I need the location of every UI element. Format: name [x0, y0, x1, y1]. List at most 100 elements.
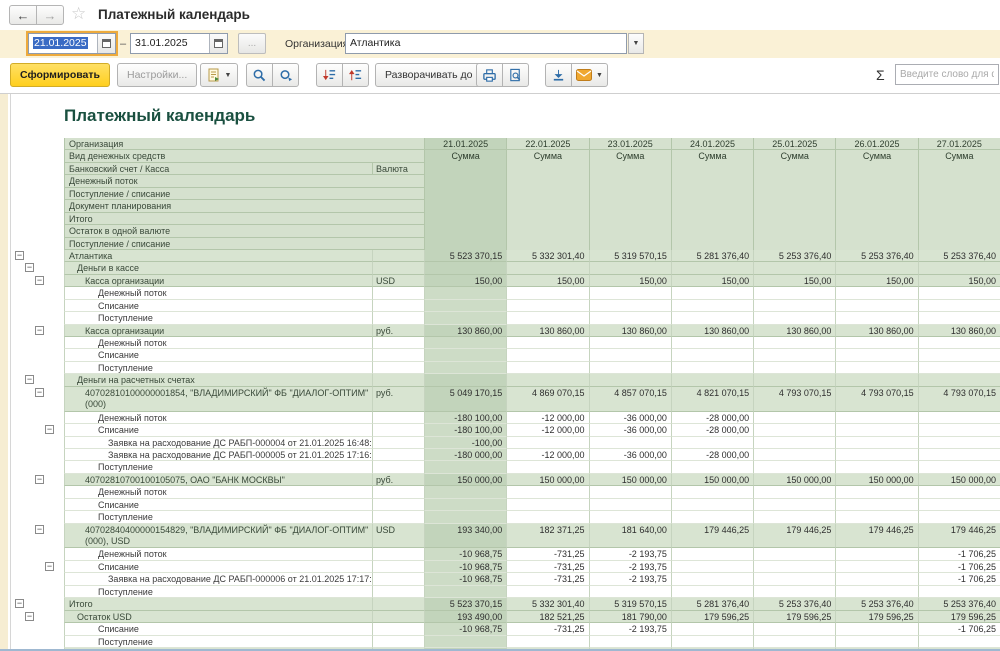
expander-minus-icon[interactable]: − [45, 562, 54, 571]
value-cell: -10 968,75 [424, 573, 506, 585]
header-cell [506, 163, 588, 175]
value-cell: -1 706,25 [918, 561, 1000, 573]
value-cell [671, 548, 753, 560]
row-label: Атлантика [64, 250, 372, 262]
currency-cell [372, 262, 424, 274]
value-cell [589, 312, 671, 324]
header-cell [671, 175, 753, 187]
date-from-field[interactable]: 21.01.2025 [28, 33, 116, 54]
value-cell [671, 312, 753, 324]
value-cell: -28 000,00 [671, 424, 753, 436]
organization-dropdown-button[interactable]: ▼ [628, 33, 644, 54]
expander-minus-icon[interactable]: − [25, 263, 34, 272]
date-header: 24.01.2025 [671, 138, 753, 150]
expander-minus-icon[interactable]: − [15, 251, 24, 260]
header-label: Итого [64, 213, 424, 225]
value-cell: 4 793 070,15 [753, 387, 835, 412]
forward-button[interactable]: → [36, 5, 64, 25]
date-from-calendar-button[interactable] [97, 34, 115, 53]
date-to-field[interactable]: 31.01.2025 [130, 33, 228, 54]
expander-minus-icon[interactable]: − [35, 276, 44, 285]
value-cell [506, 312, 588, 324]
settings-button[interactable]: Настройки... [117, 63, 197, 87]
print-button[interactable] [476, 63, 503, 87]
search-next-button[interactable] [272, 63, 299, 87]
expander-minus-icon[interactable]: − [45, 425, 54, 434]
collapse-levels-button[interactable] [342, 63, 369, 87]
value-cell [671, 337, 753, 349]
value-cell [753, 449, 835, 461]
value-cell [835, 548, 917, 560]
value-cell: -36 000,00 [589, 449, 671, 461]
tree-gutter [11, 200, 64, 212]
expand-levels-button[interactable] [316, 63, 343, 87]
tree-gutter [11, 548, 64, 560]
tree-gutter [11, 499, 64, 511]
value-cell [671, 437, 753, 449]
date-to-calendar-button[interactable] [209, 34, 227, 53]
value-cell: -1 706,25 [918, 548, 1000, 560]
value-cell [918, 374, 1000, 386]
tree-gutter [11, 412, 64, 424]
report-title: Платежный календарь [11, 94, 1000, 138]
value-cell [918, 511, 1000, 523]
expander-minus-icon[interactable]: − [25, 375, 34, 384]
save-file-button[interactable] [545, 63, 572, 87]
tree-gutter: − [11, 611, 64, 623]
sum-header: Сумма [589, 150, 671, 162]
quick-filter-input[interactable] [895, 64, 999, 85]
print-preview-button[interactable] [502, 63, 529, 87]
header-cell [671, 225, 753, 237]
expander-minus-icon[interactable]: − [35, 475, 44, 484]
value-cell [918, 262, 1000, 274]
value-cell [671, 461, 753, 473]
favorites-star-icon[interactable]: ☆ [71, 4, 86, 24]
report-rows: −Атлантика5 523 370,155 332 301,405 319 … [11, 250, 1000, 651]
value-cell: -2 193,75 [589, 573, 671, 585]
back-button[interactable]: ← [9, 5, 37, 25]
tree-gutter: − [11, 424, 64, 436]
tree-gutter [11, 312, 64, 324]
value-cell [835, 636, 917, 648]
tree-gutter: − [11, 325, 64, 337]
value-cell: -28 000,00 [671, 449, 753, 461]
value-cell [671, 573, 753, 585]
currency-cell [372, 586, 424, 598]
expander-minus-icon[interactable]: − [35, 388, 44, 397]
value-cell [753, 424, 835, 436]
value-cell: -1 706,25 [918, 623, 1000, 635]
date-range-dash: – [120, 38, 126, 50]
value-cell: -36 000,00 [589, 412, 671, 424]
expander-minus-icon[interactable]: − [25, 612, 34, 621]
expander-minus-icon[interactable]: − [15, 599, 24, 608]
search-button[interactable] [246, 63, 273, 87]
value-cell [918, 449, 1000, 461]
value-cell [753, 623, 835, 635]
header-cell [835, 200, 917, 212]
row-label: Денежный поток [64, 287, 372, 299]
tree-gutter [11, 573, 64, 585]
header-label: Денежный поток [64, 175, 424, 187]
header-cell [753, 188, 835, 200]
table-row: Денежный поток [11, 486, 1000, 498]
header-cell [671, 188, 753, 200]
expander-minus-icon[interactable]: − [35, 525, 44, 534]
table-row: −Списание-180 100,00-12 000,00-36 000,00… [11, 424, 1000, 436]
table-row: −Списание-10 968,75-731,25-2 193,75-1 70… [11, 561, 1000, 573]
report-variants-button[interactable]: ▼ [200, 63, 238, 87]
value-cell: 130 860,00 [671, 325, 753, 337]
expander-minus-icon[interactable]: − [35, 326, 44, 335]
header-cell [589, 188, 671, 200]
organization-combo[interactable]: Атлантика [345, 33, 627, 54]
value-cell [589, 362, 671, 374]
header-label: Банковский счет / Касса [64, 163, 372, 175]
value-cell [589, 262, 671, 274]
period-more-button[interactable]: ... [238, 33, 266, 54]
value-cell: -180 100,00 [424, 424, 506, 436]
date-to-value: 31.01.2025 [131, 34, 209, 53]
header-cell [589, 238, 671, 250]
send-email-button[interactable]: ▼ [571, 63, 608, 87]
header-cell [424, 175, 506, 187]
generate-button[interactable]: Сформировать [10, 63, 110, 87]
value-cell: 179 446,25 [835, 524, 917, 549]
